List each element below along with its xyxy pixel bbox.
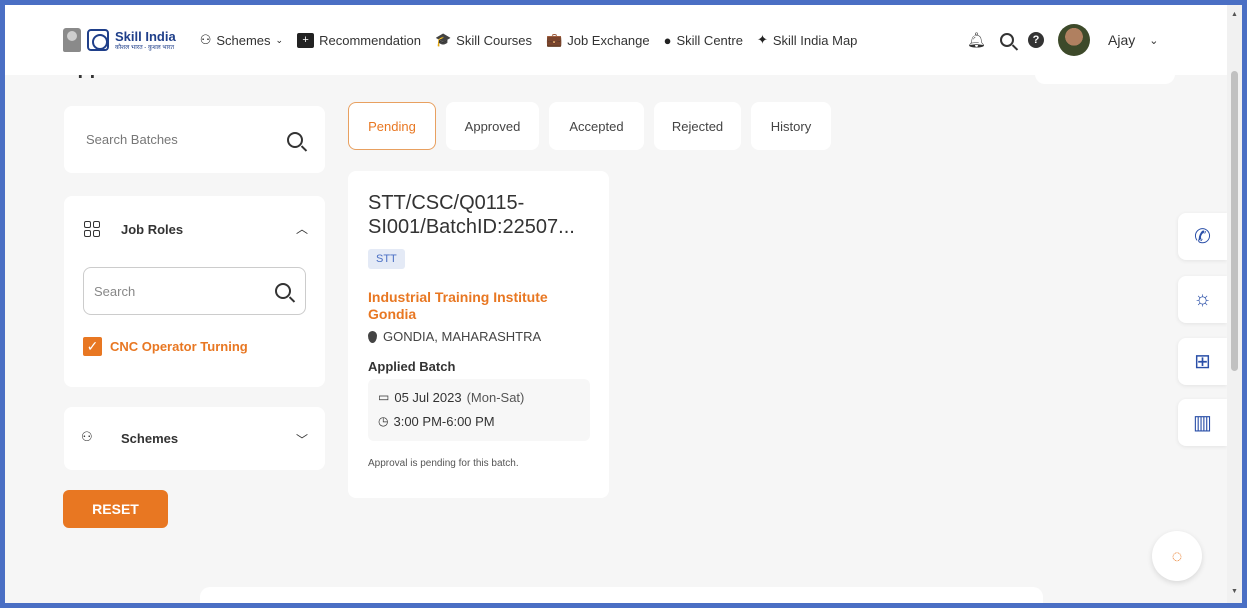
avatar[interactable] xyxy=(1058,24,1091,56)
lightbulb-icon: ☼ xyxy=(1193,288,1212,310)
user-name: Ajay xyxy=(1108,32,1136,48)
logo-title: Skill India xyxy=(115,28,176,44)
calendar-icon: ▭ xyxy=(378,390,390,404)
link-grid-button[interactable]: ⊞ xyxy=(1178,338,1227,385)
clock-icon: ◷ xyxy=(378,414,389,428)
tab-rejected[interactable]: Rejected xyxy=(654,102,741,150)
nav-recommendation[interactable]: + Recommendation xyxy=(297,32,421,48)
bell-icon[interactable]: 🔔︎ xyxy=(967,31,986,49)
phone-icon: ✆ xyxy=(1194,226,1211,248)
handshake-icon: ⚇ xyxy=(81,429,93,444)
nav-label: Skill Courses xyxy=(456,32,533,48)
bottom-card-partial xyxy=(200,587,1043,603)
institute-name[interactable]: Industrial Training Institute Gondia xyxy=(368,289,588,323)
nav-label: Recommendation xyxy=(319,32,421,48)
nav-schemes[interactable]: ⚇ Schemes ⌄ xyxy=(200,32,283,48)
batch-schedule: ▭ 05 Jul 2023 (Mon-Sat) ◷ 3:00 PM-6:00 P… xyxy=(368,379,590,441)
logo-subtitle: कौशल भारत - कुशल भारत xyxy=(115,44,175,51)
nav-label: Job Exchange xyxy=(567,32,650,48)
scroll-down-icon[interactable]: ▼ xyxy=(1231,588,1238,595)
nav-job-exchange[interactable]: 💼 Job Exchange xyxy=(546,32,650,48)
search-batches-input[interactable]: Search Batches xyxy=(86,132,178,147)
job-roles-filter: Job Roles ︿ Search ✓ CNC Operator Turnin… xyxy=(64,196,325,387)
briefcase-icon: 💼 xyxy=(546,32,563,47)
nav-skill-india-map[interactable]: ✦ Skill India Map xyxy=(757,32,857,48)
chat-button[interactable]: ◌ xyxy=(1152,531,1202,581)
grid-icon xyxy=(84,221,100,237)
location-pin-icon xyxy=(368,330,377,343)
graduation-cap-icon: 🎓 xyxy=(434,32,452,47)
schemes-title: Schemes xyxy=(121,431,179,446)
phone-call-button[interactable]: ✆ xyxy=(1178,213,1227,260)
checkbox-checked-icon[interactable]: ✓ xyxy=(83,337,102,356)
search-icon xyxy=(275,283,291,299)
location-pin-icon: ● xyxy=(663,32,672,48)
skill-india-logo[interactable]: Skill India कौशल भारत - कुशल भारत xyxy=(63,28,176,52)
handshake-icon: ⚇ xyxy=(199,32,212,47)
chevron-down-icon: ⌄ xyxy=(1149,34,1159,47)
job-role-label: CNC Operator Turning xyxy=(110,339,248,354)
reset-button[interactable]: RESET xyxy=(63,490,168,528)
location-text: GONDIA, MAHARASHTRA xyxy=(383,329,542,344)
header-actions: 🔔︎ ? Ajay ⌄ xyxy=(967,5,1159,75)
tab-history[interactable]: History xyxy=(751,102,831,150)
building-icon: ▥ xyxy=(1193,412,1212,434)
map-marker-icon: ✦ xyxy=(756,32,768,47)
tab-approved[interactable]: Approved xyxy=(446,102,539,150)
main-nav: ⚇ Schemes ⌄ + Recommendation 🎓 Skill Cou… xyxy=(200,32,857,48)
batch-date: 05 Jul 2023 xyxy=(394,389,462,405)
nav-skill-centre[interactable]: ● Skill Centre xyxy=(664,33,743,48)
search-icon[interactable] xyxy=(1000,33,1015,47)
idea-button[interactable]: ☼ xyxy=(1178,276,1227,323)
chevron-up-icon[interactable]: ︿ xyxy=(296,220,308,237)
nav-label: Skill India Map xyxy=(772,32,858,48)
search-icon[interactable] xyxy=(287,131,303,148)
scroll-thumb[interactable] xyxy=(1231,71,1238,371)
tab-accepted[interactable]: Accepted xyxy=(549,102,644,150)
job-roles-search-placeholder: Search xyxy=(94,283,136,299)
batch-time: 3:00 PM-6:00 PM xyxy=(393,413,495,429)
chat-icon: ◌ xyxy=(1171,545,1183,566)
nav-label: Skill Centre xyxy=(676,32,743,48)
chevron-down-icon[interactable]: ﹀ xyxy=(296,431,308,448)
job-role-option[interactable]: ✓ CNC Operator Turning xyxy=(83,337,248,356)
schemes-filter[interactable]: ⚇ Schemes ﹀ xyxy=(64,407,325,470)
skill-india-mark-icon xyxy=(87,29,109,51)
top-navbar: Skill India कौशल भारत - कुशल भारत ⚇ Sche… xyxy=(5,5,1227,75)
app-frame: Skill India कौशल भारत - कुशल भारत ⚇ Sche… xyxy=(5,5,1242,603)
job-roles-title: Job Roles xyxy=(121,222,184,237)
status-tabs: Pending Approved Accepted Rejected Histo… xyxy=(348,102,831,150)
nav-label: Schemes xyxy=(216,32,271,48)
status-note: Approval is pending for this batch. xyxy=(368,458,519,469)
grid-link-icon: ⊞ xyxy=(1194,351,1211,373)
user-menu[interactable]: Ajay ⌄ xyxy=(1108,32,1158,48)
plus-box-icon: + xyxy=(297,32,315,48)
batch-card[interactable]: STT/CSC/Q0115-SI001/BatchID:22507... STT… xyxy=(348,171,609,498)
help-icon[interactable]: ? xyxy=(1028,32,1045,48)
batch-days: (Mon-Sat) xyxy=(466,389,525,405)
scheme-badge: STT xyxy=(368,249,405,269)
tab-pending[interactable]: Pending xyxy=(348,102,436,150)
scrollbar[interactable]: ▲ ▼ xyxy=(1227,5,1242,603)
applied-batch-title: Applied Batch xyxy=(368,359,456,374)
chevron-down-icon: ⌄ xyxy=(275,34,284,45)
batch-id: STT/CSC/Q0115-SI001/BatchID:22507... xyxy=(368,192,575,238)
national-emblem-icon xyxy=(63,28,81,52)
job-roles-search-field[interactable]: Search xyxy=(83,267,306,315)
location: GONDIA, MAHARASHTRA xyxy=(368,329,541,344)
batch-search-card: Search Batches xyxy=(64,106,325,173)
nav-skill-courses[interactable]: 🎓 Skill Courses xyxy=(435,32,532,48)
building-button[interactable]: ▥ xyxy=(1178,399,1227,446)
scroll-up-icon[interactable]: ▲ xyxy=(1231,11,1238,18)
